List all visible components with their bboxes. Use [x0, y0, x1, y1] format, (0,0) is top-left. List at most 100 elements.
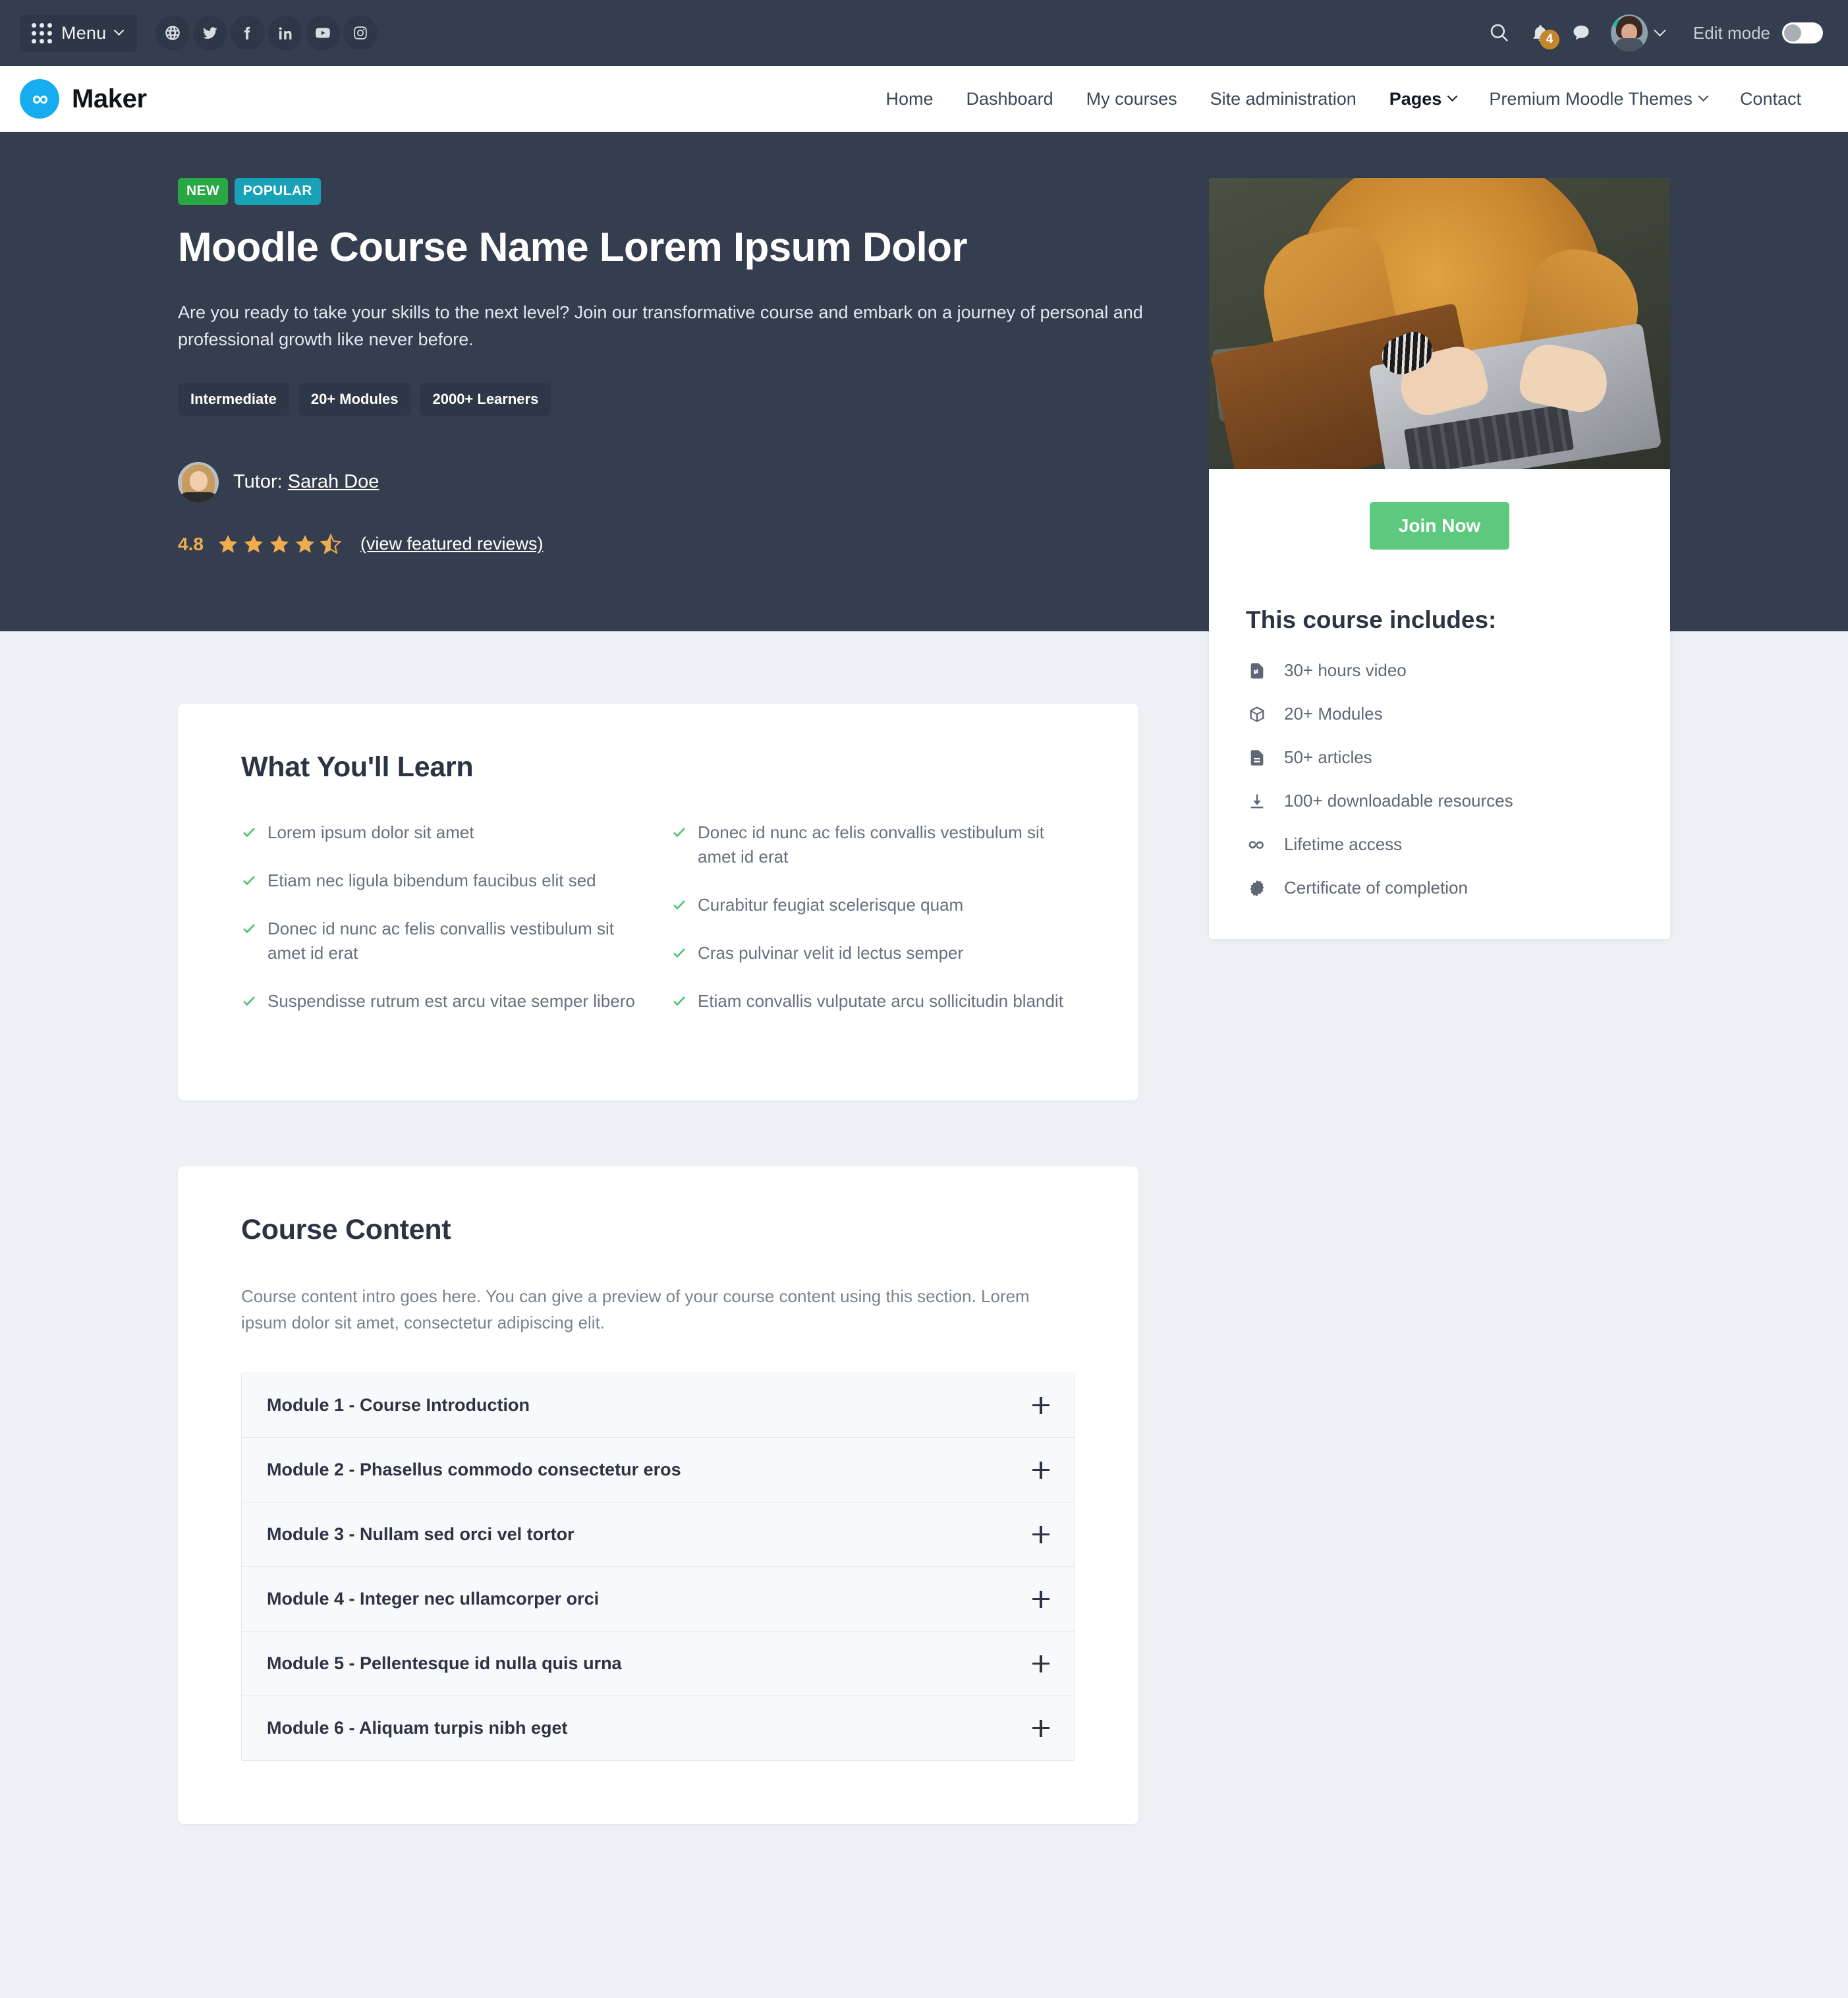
- menu-button[interactable]: Menu: [20, 14, 138, 52]
- user-menu[interactable]: [1610, 14, 1666, 51]
- learn-item-label: Etiam convallis vulputate arcu sollicitu…: [698, 990, 1063, 1011]
- plus-icon[interactable]: [1032, 1396, 1050, 1414]
- page-title: Moodle Course Name Lorem Ipsum Dolor: [178, 225, 968, 270]
- star-icon: [269, 534, 289, 553]
- nav-item-pages[interactable]: Pages: [1373, 89, 1473, 109]
- learn-item: Etiam nec ligula bibendum faucibus elit …: [241, 869, 645, 893]
- learn-item-label: Lorem ipsum dolor sit amet: [267, 822, 474, 842]
- tag-learners[interactable]: 2000+ Learners: [420, 382, 551, 416]
- tutor-row: Tutor: Sarah Doe: [178, 461, 1186, 503]
- include-item-label: 30+ hours video: [1284, 660, 1407, 680]
- menu-button-label: Menu: [61, 22, 107, 43]
- tutor-name-link[interactable]: Sarah Doe: [288, 471, 379, 492]
- check-icon: [671, 824, 687, 869]
- check-icon: [241, 824, 257, 845]
- chevron-down-icon: [1654, 24, 1666, 36]
- topbar-actions: 4 Edit mode: [1479, 13, 1823, 53]
- include-item-video: 30+ hours video: [1246, 660, 1633, 681]
- top-bar: Menu 4 Edit mode: [0, 0, 1848, 66]
- globe-icon[interactable]: [155, 16, 190, 50]
- module-accordion: Module 1 - Course Introduction Module 2 …: [241, 1373, 1075, 1761]
- module-row[interactable]: Module 5 - Pellentesque id nulla quis ur…: [242, 1632, 1075, 1697]
- learn-item-label: Curabitur feugiat scelerisque quam: [698, 894, 964, 915]
- rating-value: 4.8: [178, 533, 204, 554]
- plus-icon[interactable]: [1032, 1590, 1050, 1608]
- tag-modules[interactable]: 20+ Modules: [298, 382, 411, 416]
- view-reviews-link[interactable]: (view featured reviews): [360, 534, 544, 554]
- edit-mode-control: Edit mode: [1693, 22, 1823, 43]
- search-icon[interactable]: [1479, 13, 1520, 53]
- learn-column-right: Donec id nunc ac felis convallis vestibu…: [671, 820, 1075, 1037]
- learn-item-label: Donec id nunc ac felis convallis vestibu…: [698, 822, 1045, 867]
- main-content: What You'll Learn Lorem ipsum dolor sit …: [0, 631, 1848, 1969]
- linkedin-icon[interactable]: [268, 16, 303, 50]
- rating-row: 4.8 (view featured reviews): [178, 532, 1186, 556]
- badge-popular: POPULAR: [234, 178, 321, 205]
- tag-level[interactable]: Intermediate: [178, 382, 289, 416]
- course-content-card: Course Content Course content intro goes…: [178, 1166, 1138, 1825]
- tutor-prefix: Tutor:: [233, 471, 283, 492]
- learn-item: Suspendisse rutrum est arcu vitae semper…: [241, 989, 645, 1013]
- nav-item-contact[interactable]: Contact: [1723, 89, 1818, 109]
- star-rating: [217, 532, 342, 556]
- hero-tags: Intermediate 20+ Modules 2000+ Learners: [178, 382, 1186, 416]
- hero-section: NEW POPULAR Moodle Course Name Lorem Ips…: [0, 132, 1848, 939]
- nav-item-label: Site administration: [1210, 88, 1357, 109]
- youtube-icon[interactable]: [306, 16, 341, 50]
- brand-logo[interactable]: ∞ Maker: [20, 79, 147, 119]
- social-links: [155, 16, 378, 50]
- nav-item-site-administration[interactable]: Site administration: [1194, 89, 1373, 109]
- nav-item-label: Contact: [1739, 88, 1801, 109]
- file-video-icon: [1246, 662, 1268, 680]
- nav-item-dashboard[interactable]: Dashboard: [950, 89, 1070, 109]
- notification-count-badge: 4: [1539, 30, 1559, 49]
- chevron-down-icon: [1447, 90, 1458, 101]
- learn-item: Curabitur feugiat scelerisque quam: [671, 893, 1075, 917]
- join-now-button[interactable]: Join Now: [1369, 502, 1510, 550]
- nav-item-my-courses[interactable]: My courses: [1070, 89, 1194, 109]
- infinity-logo-icon: ∞: [20, 79, 59, 119]
- learn-item: Donec id nunc ac felis convallis vestibu…: [241, 917, 645, 965]
- plus-icon[interactable]: [1032, 1719, 1050, 1737]
- badge-new: NEW: [178, 178, 228, 205]
- course-hero-image: [1209, 178, 1670, 469]
- tutor-text: Tutor: Sarah Doe: [233, 471, 379, 493]
- star-half-icon: [320, 532, 342, 554]
- learn-column-left: Lorem ipsum dolor sit amet Etiam nec lig…: [241, 820, 645, 1037]
- hero-content: NEW POPULAR Moodle Course Name Lorem Ips…: [178, 178, 1186, 556]
- chevron-down-icon: [1698, 90, 1709, 101]
- module-row[interactable]: Module 6 - Aliquam turpis nibh eget: [242, 1696, 1075, 1761]
- check-icon: [671, 993, 687, 1013]
- module-title: Module 1 - Course Introduction: [267, 1395, 530, 1415]
- learn-grid: Lorem ipsum dolor sit amet Etiam nec lig…: [241, 820, 1075, 1037]
- plus-icon[interactable]: [1032, 1526, 1050, 1543]
- plus-icon[interactable]: [1032, 1655, 1050, 1672]
- learn-item: Cras pulvinar velit id lectus semper: [671, 941, 1075, 965]
- star-icon: [244, 534, 264, 553]
- module-row[interactable]: Module 1 - Course Introduction: [242, 1373, 1075, 1439]
- nav-item-label: Home: [885, 88, 934, 109]
- module-title: Module 2 - Phasellus commodo consectetur…: [267, 1460, 681, 1480]
- nav-links: Home Dashboard My courses Site administr…: [869, 89, 1818, 109]
- module-row[interactable]: Module 4 - Integer nec ullamcorper orci: [242, 1567, 1075, 1632]
- module-row[interactable]: Module 2 - Phasellus commodo consectetur…: [242, 1438, 1075, 1503]
- facebook-icon[interactable]: [231, 16, 266, 50]
- course-content-inner: Course Content Course content intro goes…: [178, 1166, 1138, 1825]
- nav-item-premium-moodle-themes[interactable]: Premium Moodle Themes: [1472, 89, 1723, 109]
- edit-mode-toggle[interactable]: [1782, 22, 1823, 43]
- learn-item-label: Donec id nunc ac felis convallis vestibu…: [267, 918, 615, 963]
- nav-item-label: Premium Moodle Themes: [1489, 88, 1693, 109]
- check-icon: [241, 921, 257, 965]
- messages-icon[interactable]: [1561, 13, 1602, 53]
- module-title: Module 6 - Aliquam turpis nibh eget: [267, 1718, 568, 1738]
- module-row[interactable]: Module 3 - Nullam sed orci vel tortor: [242, 1502, 1075, 1568]
- what-you-learn-card: What You'll Learn Lorem ipsum dolor sit …: [178, 704, 1138, 1100]
- nav-item-home[interactable]: Home: [869, 89, 949, 109]
- notifications-icon[interactable]: 4: [1520, 13, 1561, 53]
- plus-icon[interactable]: [1032, 1461, 1050, 1479]
- instagram-icon[interactable]: [343, 16, 378, 50]
- hero-wrap: NEW POPULAR Moodle Course Name Lorem Ips…: [178, 178, 1670, 939]
- module-title: Module 4 - Integer nec ullamcorper orci: [267, 1589, 600, 1609]
- twitter-icon[interactable]: [193, 16, 228, 50]
- nav-item-label: Pages: [1389, 88, 1442, 109]
